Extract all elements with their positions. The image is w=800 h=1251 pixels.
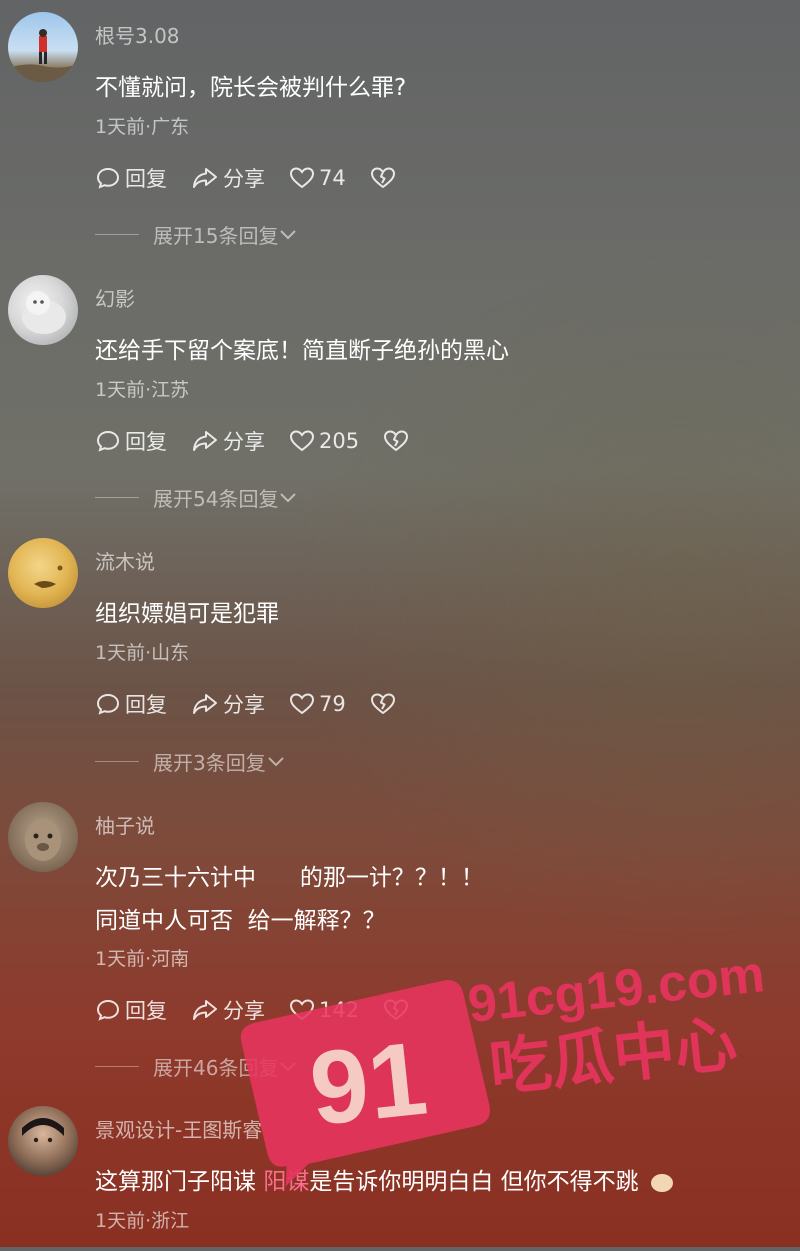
like-count: 74 <box>319 166 346 190</box>
broken-heart-icon <box>370 167 395 188</box>
like-count: 79 <box>319 692 346 716</box>
reply-icon <box>96 693 120 715</box>
share-label: 分享 <box>223 167 265 191</box>
like-button[interactable]: 79 <box>289 692 346 716</box>
divider <box>95 234 139 235</box>
expand-replies-button[interactable]: 展开54条回复 <box>95 483 298 512</box>
reply-button[interactable]: 回复 <box>95 163 167 193</box>
watermark-slogan: 吃瓜中心 <box>486 1006 740 1105</box>
username[interactable]: 景观设计-王图斯睿 <box>95 1114 262 1143</box>
share-label: 分享 <box>223 693 265 717</box>
share-icon <box>193 431 217 451</box>
like-count: 142 <box>319 998 360 1022</box>
comment-text-rest: 是告诉你明明白白 但你不得不跳 <box>309 1169 639 1195</box>
avatar[interactable] <box>8 275 78 345</box>
mention-link[interactable]: 阳谋 <box>263 1169 309 1195</box>
reply-icon <box>96 167 120 189</box>
share-button[interactable]: 分享 <box>191 995 265 1025</box>
broken-heart-icon <box>370 693 395 714</box>
chevron-down-icon <box>280 229 297 239</box>
comment-actions: 回复 分享 142 <box>95 995 437 1025</box>
reply-label: 回复 <box>125 999 167 1023</box>
dislike-button[interactable] <box>370 166 400 190</box>
reply-label: 回复 <box>125 430 167 454</box>
username[interactable]: 柚子说 <box>95 810 155 839</box>
expand-replies-label: 展开15条回复 <box>153 224 279 248</box>
comment-text-line-1: 次乃三十六计中 的那一计？？！！ <box>95 865 484 891</box>
reply-label: 回复 <box>125 167 167 191</box>
heart-icon <box>289 167 315 189</box>
divider <box>95 761 139 762</box>
divider <box>95 497 139 498</box>
share-button[interactable]: 分享 <box>191 689 265 719</box>
like-button[interactable]: 205 <box>289 429 359 453</box>
share-label: 分享 <box>223 999 265 1023</box>
expand-replies-button[interactable]: 展开3条回复 <box>95 747 286 776</box>
divider <box>95 1066 139 1067</box>
watermark-domain: 91cg19.com <box>465 945 767 1034</box>
share-icon <box>193 168 217 188</box>
broken-heart-icon <box>384 430 409 451</box>
reply-button[interactable]: 回复 <box>95 995 167 1025</box>
comment-text-line-2: 同道中人可否 给一解释？？ <box>95 908 386 934</box>
reply-label: 回复 <box>125 693 167 717</box>
comment-actions: 回复 分享 74 <box>95 163 424 193</box>
dislike-button[interactable] <box>370 692 400 716</box>
chevron-down-icon <box>280 1061 297 1071</box>
reply-button[interactable]: 回复 <box>95 689 167 719</box>
comment-meta: 1天前·山东 <box>95 642 190 664</box>
share-button[interactable]: 分享 <box>191 426 265 456</box>
heart-icon <box>289 999 315 1021</box>
avatar[interactable] <box>8 538 78 608</box>
hamster-emoji-icon <box>650 1173 673 1192</box>
expand-replies-label: 展开54条回复 <box>153 487 279 511</box>
like-button[interactable]: 142 <box>289 998 359 1022</box>
avatar[interactable] <box>8 1106 78 1176</box>
like-count: 205 <box>319 429 360 453</box>
expand-replies-button[interactable]: 展开15条回复 <box>95 220 298 249</box>
comment-text: 这算那门子阳谋 阳谋是告诉你明明白白 但你不得不跳 <box>95 1162 673 1196</box>
comment-meta: 1天前·浙江 <box>95 1210 190 1232</box>
share-label: 分享 <box>223 430 265 454</box>
share-icon <box>193 694 217 714</box>
expand-replies-label: 展开3条回复 <box>153 751 266 775</box>
dislike-button[interactable] <box>383 998 413 1022</box>
username[interactable]: 根号3.08 <box>95 20 180 49</box>
watermark-badge-text: 91 <box>305 1020 432 1147</box>
like-button[interactable]: 74 <box>289 166 346 190</box>
username[interactable]: 流木说 <box>95 546 155 575</box>
comment-actions: 回复 分享 205 <box>95 426 437 456</box>
expand-replies-button[interactable]: 展开46条回复 <box>95 1052 298 1081</box>
comment-meta: 1天前·广东 <box>95 116 190 138</box>
comment-actions: 回复 分享 79 <box>95 689 424 719</box>
comment-text: 组织嫖娼可是犯罪 <box>95 601 279 627</box>
share-button[interactable]: 分享 <box>191 163 265 193</box>
comment-text-plain: 这算那门子阳谋 <box>95 1169 264 1195</box>
chevron-down-icon <box>280 492 297 502</box>
comment-text: 还给手下留个案底！简直断子绝孙的黑心 <box>95 338 509 364</box>
share-icon <box>193 1000 217 1020</box>
username[interactable]: 幻影 <box>95 283 135 312</box>
reply-button[interactable]: 回复 <box>95 426 167 456</box>
avatar[interactable] <box>8 802 78 872</box>
heart-icon <box>289 430 315 452</box>
heart-icon <box>289 693 315 715</box>
comment-meta: 1天前·江苏 <box>95 379 190 401</box>
comment-text: 不懂就问，院长会被判什么罪? <box>95 75 407 101</box>
reply-icon <box>96 430 120 452</box>
reply-icon <box>96 999 120 1021</box>
avatar[interactable] <box>8 12 78 82</box>
expand-replies-label: 展开46条回复 <box>153 1056 279 1080</box>
dislike-button[interactable] <box>383 429 413 453</box>
broken-heart-icon <box>384 999 409 1020</box>
chevron-down-icon <box>268 756 284 766</box>
comment-meta: 1天前·河南 <box>95 948 190 970</box>
